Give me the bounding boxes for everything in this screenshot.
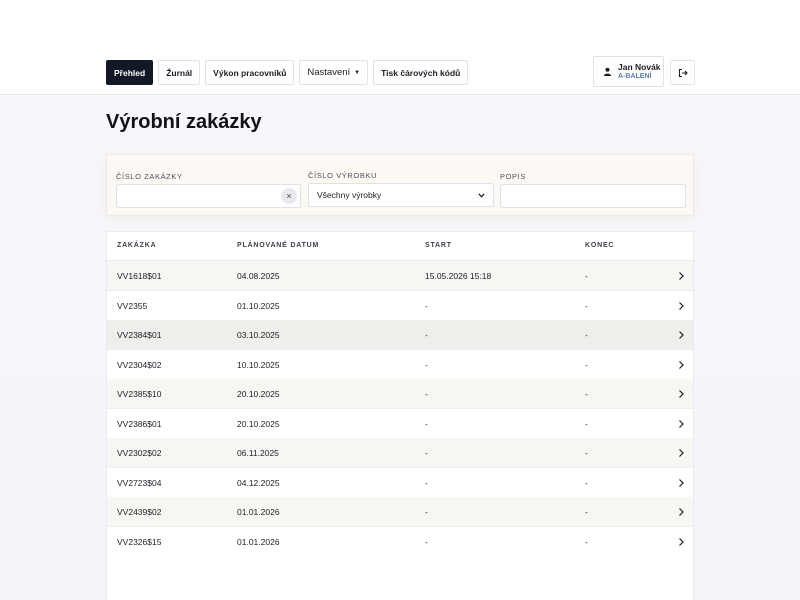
table-row[interactable]: VV2326$15 01.01.2026 - - [107, 527, 693, 557]
chevron-right-icon[interactable] [678, 271, 685, 281]
cell-order: VV2386$01 [117, 419, 162, 429]
cell-order: VV1618$01 [117, 271, 162, 281]
cell-start: - [425, 537, 428, 547]
cell-order: VV2355 [117, 301, 148, 311]
chevron-right-icon[interactable] [678, 478, 685, 488]
column-header-end[interactable]: Konec [585, 242, 614, 249]
column-header-order[interactable]: Zakázka [117, 242, 156, 249]
chevron-right-icon[interactable] [678, 360, 685, 370]
cell-end: - [585, 360, 588, 370]
main-nav: Přehled Žurnál Výkon pracovníků Nastaven… [106, 60, 469, 85]
caret-down-icon: ▼ [354, 69, 361, 76]
order-number-field-wrap: × [116, 184, 301, 208]
chevron-right-icon[interactable] [678, 389, 685, 399]
table-row[interactable]: VV2355 01.10.2025 - - [107, 291, 693, 321]
table-row[interactable]: VV2439$02 01.01.2026 - - [107, 497, 693, 527]
cell-start: - [425, 330, 428, 340]
cell-planned-date: 06.11.2025 [237, 448, 279, 458]
table-row[interactable]: VV2723$04 04.12.2025 - - [107, 468, 693, 498]
cell-planned-date: 20.10.2025 [237, 419, 280, 429]
product-number-selected: Všechny výrobky [317, 190, 382, 200]
cell-start: - [425, 389, 428, 399]
table-row[interactable]: VV2385$10 20.10.2025 - - [107, 379, 693, 409]
table-row[interactable]: VV1618$01 04.08.2025 15.05.2026 15:18 - [107, 261, 693, 291]
order-number-label: Číslo zakázky [116, 172, 183, 181]
nav-prehled[interactable]: Přehled [106, 60, 154, 85]
table-row[interactable]: VV2302$02 06.11.2025 - - [107, 438, 693, 468]
cell-planned-date: 01.10.2025 [237, 301, 280, 311]
chevron-right-icon[interactable] [678, 419, 685, 429]
cell-start: - [425, 448, 428, 458]
cell-start: - [425, 360, 428, 370]
cell-planned-date: 20.10.2025 [237, 389, 280, 399]
cell-end: - [585, 507, 588, 517]
cell-start: 15.05.2026 15:18 [425, 271, 492, 281]
user-name: Jan Novák [618, 62, 661, 72]
cell-planned-date: 01.01.2026 [237, 507, 280, 517]
chevron-right-icon[interactable] [678, 301, 685, 311]
column-header-start[interactable]: Start [425, 242, 452, 249]
description-input[interactable] [500, 184, 686, 208]
cell-order: VV2723$04 [117, 478, 162, 488]
product-number-select[interactable]: Všechny výrobky [308, 183, 494, 207]
top-bar: Přehled Žurnál Výkon pracovníků Nastaven… [0, 0, 800, 95]
cell-end: - [585, 330, 588, 340]
user-info: Jan Novák A-BALENÍ [618, 62, 661, 81]
description-label: Popis [500, 172, 526, 181]
cell-planned-date: 04.08.2025 [237, 271, 280, 281]
chevron-right-icon[interactable] [678, 537, 685, 547]
cell-order: VV2385$10 [117, 389, 162, 399]
chevron-right-icon[interactable] [678, 448, 685, 458]
order-number-input[interactable] [116, 184, 301, 208]
cell-order: VV2302$02 [117, 448, 162, 458]
user-button[interactable]: Jan Novák A-BALENÍ [593, 56, 664, 87]
table-row[interactable]: VV2386$01 20.10.2025 - - [107, 409, 693, 439]
table-header: Zakázka Plánované datum Start Konec [107, 232, 693, 261]
clear-icon[interactable]: × [281, 188, 297, 204]
chevron-down-icon [478, 192, 485, 198]
cell-end: - [585, 271, 588, 281]
nav-tisk-carovych-kodu[interactable]: Tisk čárových kódů [373, 60, 469, 85]
cell-start: - [425, 419, 428, 429]
cell-end: - [585, 537, 588, 547]
cell-planned-date: 10.10.2025 [237, 360, 280, 370]
cell-end: - [585, 419, 588, 429]
nav-nastaveni[interactable]: Nastavení ▼ [299, 60, 369, 85]
cell-start: - [425, 478, 428, 488]
cell-order: VV2384$01 [117, 330, 162, 340]
cell-end: - [585, 389, 588, 399]
cell-planned-date: 03.10.2025 [237, 330, 280, 340]
nav-zurnal[interactable]: Žurnál [158, 60, 201, 85]
user-icon [603, 67, 612, 76]
table-row[interactable]: VV2304$02 10.10.2025 - - [107, 350, 693, 380]
cell-end: - [585, 301, 588, 311]
cell-end: - [585, 448, 588, 458]
table-row[interactable]: VV2384$01 03.10.2025 - - [107, 320, 693, 350]
cell-order: VV2326$15 [117, 537, 162, 547]
nav-vykon-pracovniku[interactable]: Výkon pracovníků [205, 60, 295, 85]
cell-end: - [585, 478, 588, 488]
cell-start: - [425, 301, 428, 311]
page-title: Výrobní zakázky [106, 111, 262, 133]
product-number-label: Číslo výrobku [308, 171, 378, 180]
chevron-right-icon[interactable] [678, 507, 685, 517]
cell-order: VV2304$02 [117, 360, 162, 370]
user-role: A-BALENÍ [618, 73, 652, 80]
chevron-right-icon[interactable] [678, 330, 685, 340]
cell-start: - [425, 507, 428, 517]
cell-order: VV2439$02 [117, 507, 162, 517]
filter-panel: Číslo zakázky × Číslo výrobku Všechny vý… [106, 154, 694, 216]
orders-table: Zakázka Plánované datum Start Konec VV16… [106, 231, 694, 600]
logout-icon [678, 68, 688, 77]
cell-planned-date: 04.12.2025 [237, 478, 280, 488]
logout-button[interactable] [670, 60, 695, 85]
column-header-planned-date[interactable]: Plánované datum [237, 242, 319, 249]
cell-planned-date: 01.01.2026 [237, 537, 280, 547]
nav-nastaveni-label: Nastavení [307, 67, 351, 78]
